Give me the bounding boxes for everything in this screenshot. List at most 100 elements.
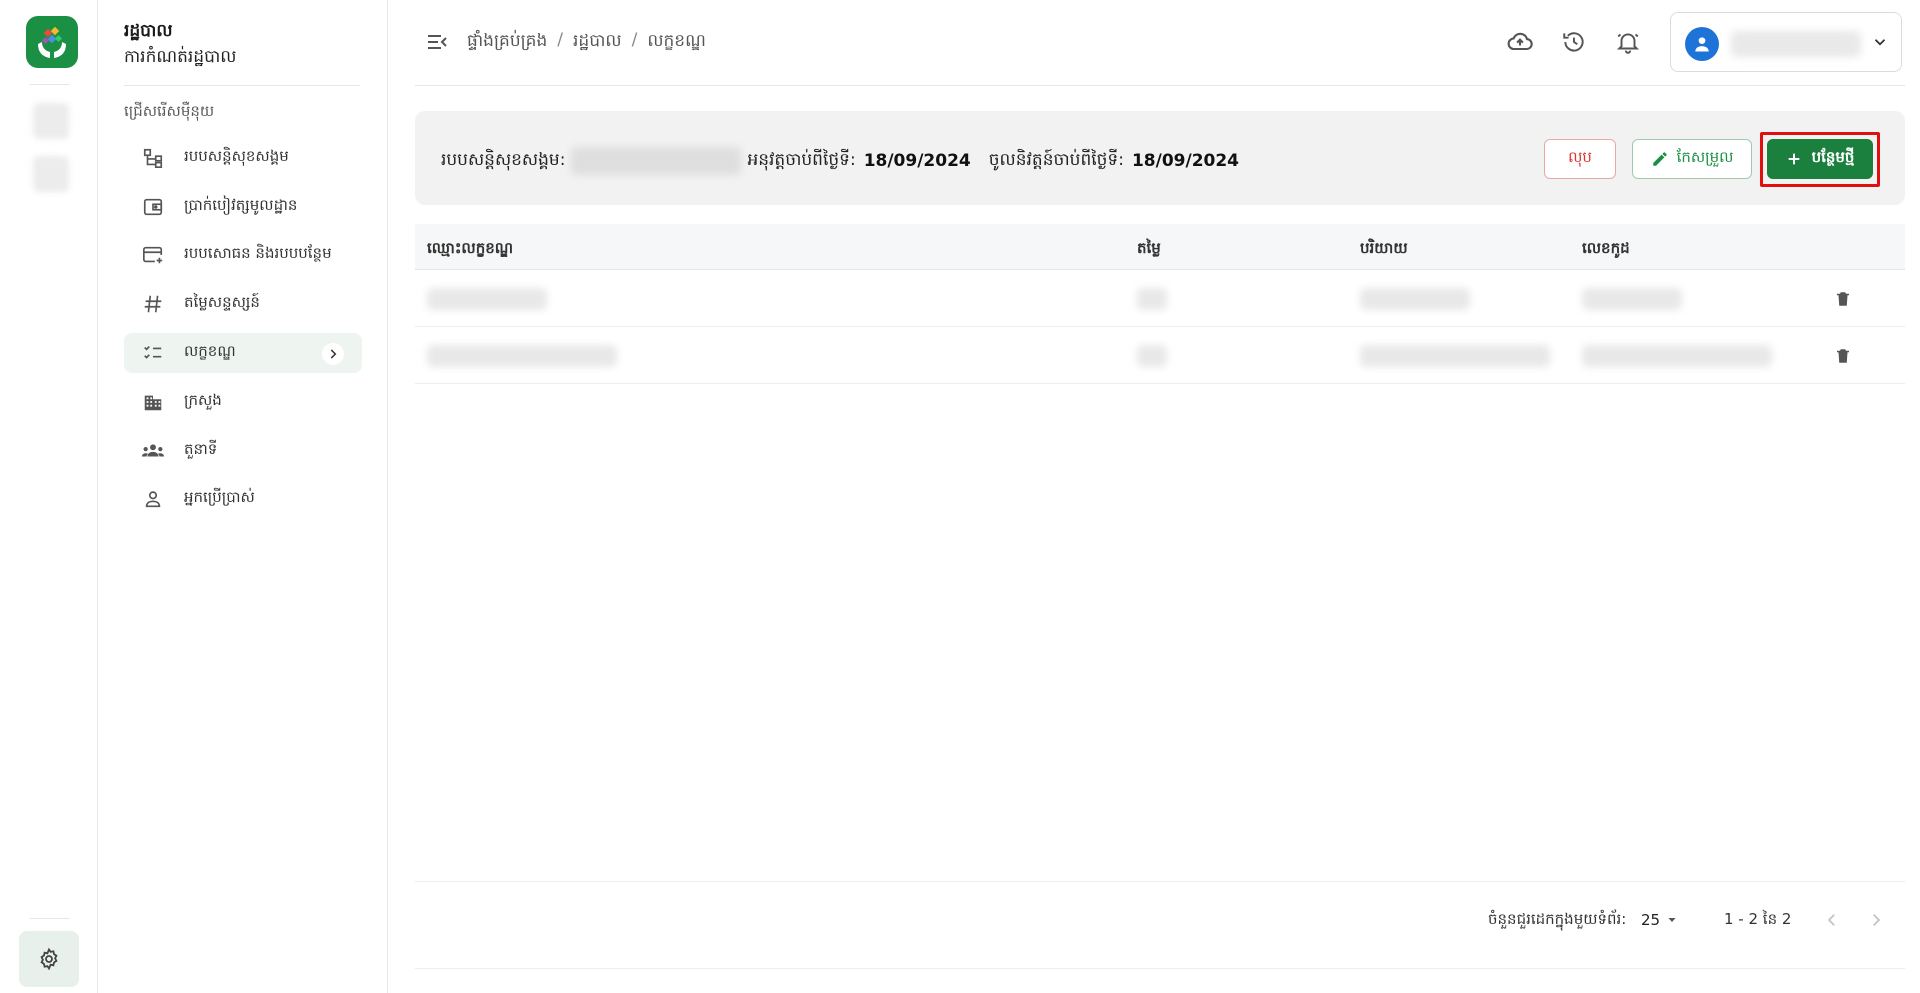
user-avatar-icon (1695, 37, 1709, 52)
sidebar-divider (124, 85, 360, 86)
cell-blurred (427, 345, 617, 367)
table-row[interactable] (415, 327, 1905, 384)
sidebar-item-index-value[interactable]: តម្លៃសន្ទស្សន៍ (124, 284, 362, 324)
cell-blurred (427, 288, 547, 310)
next-page-button[interactable] (1862, 906, 1890, 934)
sidebar-item-label: តួនាទី (184, 440, 218, 458)
settings-button[interactable] (19, 931, 79, 987)
page-bottom-divider (415, 968, 1905, 969)
column-header-value[interactable]: តម្លៃ (1137, 239, 1161, 261)
delete-button-label: លុប (1568, 148, 1592, 166)
rows-per-page-label: ចំនួនជួរដេកក្នុងមួយទំព័រ: (1488, 910, 1627, 928)
cell-blurred (1137, 288, 1167, 310)
chevron-left-icon (1827, 914, 1835, 926)
breadcrumb-separator: / (557, 30, 564, 50)
sidebar-item-label: របបសោធន និងរបបបន្ថែម (184, 244, 332, 262)
scheme-value-blurred (571, 147, 742, 175)
sidebar-item-conditions[interactable]: លក្ខខណ្ឌ (124, 333, 362, 373)
cell-blurred (1360, 345, 1550, 367)
checklist-icon (140, 340, 166, 366)
breadcrumb-admin[interactable]: រដ្ឋបាល (573, 30, 622, 55)
sidebar-item-label: តម្លៃសន្ទស្សន៍ (184, 293, 260, 311)
approved-date: 18/09/2024 (863, 151, 971, 171)
user-name-blurred (1731, 31, 1861, 57)
column-header-code[interactable]: លេខកូដ (1582, 239, 1630, 261)
history-icon (1563, 32, 1584, 52)
table-footer-divider (415, 881, 1905, 882)
table-header: ឈ្មោះលក្ខខណ្ឌ តម្លៃ បរិយាយ លេខកូដ (415, 224, 1905, 270)
add-button-label: បន្ថែមថ្មី (1811, 148, 1855, 166)
page-range: 1 - 2 នៃ 2 (1724, 910, 1792, 928)
breadcrumb-separator: / (631, 30, 638, 50)
column-header-description[interactable]: បរិយាយ (1360, 239, 1408, 261)
cell-blurred (1582, 288, 1682, 310)
menu-collapse-button[interactable] (423, 28, 451, 56)
delete-button[interactable]: លុប (1544, 139, 1616, 179)
sidebar-item-label: ក្រសួង (184, 391, 222, 409)
sidebar-item-roles[interactable]: តួនាទី (124, 431, 362, 471)
table-row[interactable] (415, 270, 1905, 327)
effective-date: 18/09/2024 (1131, 151, 1240, 171)
avatar (1685, 27, 1719, 61)
sidebar-item-base-salary[interactable]: ប្រាក់បៀវត្សមូលដ្ឋាន (124, 187, 362, 227)
rows-per-page-value: 25 (1641, 911, 1661, 929)
approved-label: អនុវត្តចាប់ពីថ្ងៃទី: (747, 149, 856, 170)
sidebar-item-label: អ្នកប្រើប្រាស់ (184, 488, 255, 506)
top-bar: ផ្ទាំងគ្រប់គ្រង / រដ្ឋបាល / លក្ខខណ្ឌ (415, 0, 1905, 86)
trash-icon (1837, 349, 1849, 363)
row-delete-button[interactable] (1830, 343, 1856, 369)
sidebar-subtitle: ការកំណត់រដ្ឋបាល (124, 47, 237, 67)
cloud-upload-icon (1507, 32, 1533, 51)
breadcrumb-conditions: លក្ខខណ្ឌ (647, 31, 706, 51)
card-add-icon (140, 242, 166, 268)
chevron-down-icon (1871, 33, 1889, 55)
app-logo-icon[interactable] (26, 16, 78, 68)
cell-blurred (1582, 345, 1772, 367)
sidebar-item-pension[interactable]: របបសោធន និងរបបបន្ថែម (124, 235, 362, 275)
upload-button[interactable] (1504, 26, 1536, 58)
rail-item-blurred[interactable] (33, 103, 69, 139)
rows-per-page-select[interactable]: 25 (1641, 906, 1691, 934)
pencil-icon (1652, 152, 1667, 166)
breadcrumb-dashboard[interactable]: ផ្ទាំងគ្រប់គ្រង (467, 30, 547, 55)
edit-button-label: កែសម្រួល (1676, 148, 1734, 166)
menu-collapse-icon (428, 35, 447, 49)
effective-label: ចូលនិវត្តន៍ចាប់ពីថ្ងៃទី: (988, 149, 1124, 170)
breadcrumb: ផ្ទាំងគ្រប់គ្រង / រដ្ឋបាល / លក្ខខណ្ឌ (467, 30, 706, 55)
add-new-button[interactable]: បន្ថែមថ្មី (1767, 139, 1873, 179)
person-icon (140, 486, 166, 512)
cell-blurred (1137, 345, 1167, 367)
plus-icon (1788, 153, 1799, 165)
sidebar-item-label: ប្រាក់បៀវត្សមូលដ្ឋាន (184, 196, 298, 214)
row-delete-button[interactable] (1830, 286, 1856, 312)
chevron-right-icon (322, 343, 344, 365)
hash-icon (140, 291, 166, 317)
sidebar-item-social-security[interactable]: របបសន្តិសុខសង្គម (124, 138, 362, 178)
trash-icon (1837, 292, 1849, 306)
sidebar: រដ្ឋបាល ការកំណត់រដ្ឋបាល ជ្រើសរើសម៉ឺនុយ រ… (98, 0, 388, 993)
cell-blurred (1360, 288, 1470, 310)
history-button[interactable] (1558, 26, 1590, 58)
conditions-table: ឈ្មោះលក្ខខណ្ឌ តម្លៃ បរិយាយ លេខកូដ (415, 224, 1905, 384)
hierarchy-icon (140, 145, 166, 171)
edit-button[interactable]: កែសម្រួល (1632, 139, 1752, 179)
sidebar-item-users[interactable]: អ្នកប្រើប្រាស់ (124, 479, 362, 519)
previous-page-button[interactable] (1818, 906, 1846, 934)
sidebar-item-label: លក្ខខណ្ឌ (184, 342, 236, 360)
rail-divider (30, 918, 70, 919)
gear-icon (40, 947, 58, 971)
user-menu[interactable] (1670, 12, 1902, 72)
caret-down-icon (1668, 918, 1676, 922)
sidebar-title: រដ្ឋបាល (124, 21, 173, 41)
rail-item-blurred[interactable] (33, 156, 69, 192)
building-icon (140, 389, 166, 415)
sidebar-section-label: ជ្រើសរើសម៉ឺនុយ (124, 102, 215, 120)
scheme-label: របបសន្តិសុខសង្គម: (441, 149, 566, 170)
wallet-icon (140, 194, 166, 220)
app-rail (0, 0, 98, 993)
column-header-name[interactable]: ឈ្មោះលក្ខខណ្ឌ (427, 239, 513, 261)
notifications-button[interactable] (1612, 26, 1644, 58)
scheme-info-text: របបសន្តិសុខសង្គម: អនុវត្តចាប់ពីថ្ងៃទី: 1… (441, 147, 1239, 175)
scheme-info-bar: របបសន្តិសុខសង្គម: អនុវត្តចាប់ពីថ្ងៃទី: 1… (415, 111, 1905, 205)
sidebar-item-ministry[interactable]: ក្រសួង (124, 382, 362, 422)
